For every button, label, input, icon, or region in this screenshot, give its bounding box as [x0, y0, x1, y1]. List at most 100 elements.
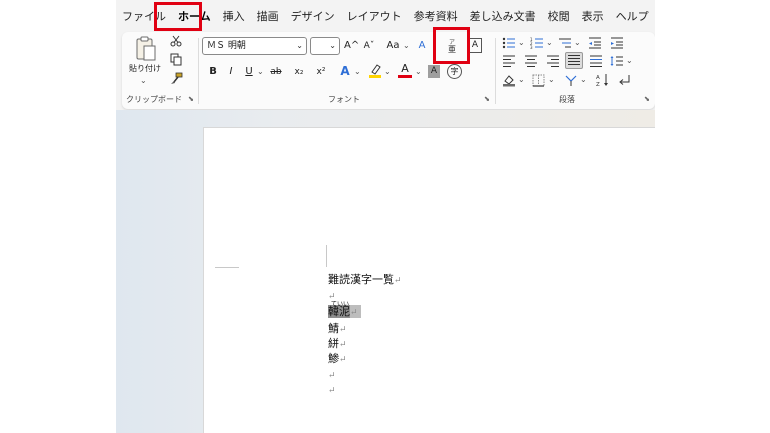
chevron-down-icon[interactable]: ⌄ [548, 73, 555, 87]
scissors-icon[interactable] [170, 35, 182, 47]
tab-help[interactable]: ヘルプ [610, 0, 655, 33]
bold-button[interactable]: B [206, 65, 220, 79]
paragraph-shading-icon[interactable] [502, 73, 516, 87]
increase-indent-icon[interactable] [610, 37, 624, 49]
word-window: ファイル ホーム 挿入 描画 デザイン レイアウト 参考資料 差し込み文書 校閲… [116, 0, 655, 433]
svg-text:3: 3 [530, 45, 533, 49]
tab-layout[interactable]: レイアウト [341, 0, 408, 33]
doc-selected-line[interactable]: ていい 韓泥↵ [328, 301, 362, 320]
chevron-down-icon[interactable]: ⌄ [518, 73, 525, 87]
italic-button[interactable]: I [225, 65, 237, 79]
phonetic-guide-highlight [433, 27, 470, 64]
highlight-color-button[interactable] [368, 63, 382, 84]
borders-icon[interactable] [532, 74, 545, 87]
decrease-indent-icon[interactable] [588, 37, 602, 49]
chevron-down-icon[interactable]: ⌄ [518, 36, 525, 50]
doc-line-text: 鯵 [328, 352, 339, 365]
underline-button[interactable]: U [243, 65, 255, 79]
chevron-down-icon[interactable]: ⌄ [354, 65, 361, 79]
paste-dropdown-chevron-icon[interactable]: ⌄ [140, 74, 147, 88]
text-effect-button[interactable]: A [338, 64, 352, 78]
paragraph-mark: ↵ [339, 325, 347, 335]
shrink-font-button[interactable]: Aˇ [362, 39, 376, 53]
font-size-combobox[interactable]: ⌄ [310, 37, 340, 55]
tab-mailings[interactable]: 差し込み文書 [464, 0, 542, 33]
font-name-combobox[interactable]: ＭＳ 明朝 ⌄ [202, 37, 307, 55]
show-marks-icon[interactable] [618, 74, 632, 87]
align-center-icon[interactable] [524, 55, 538, 67]
tab-design[interactable]: デザイン [285, 0, 341, 33]
paragraph-mark: ↵ [339, 355, 347, 365]
margin-crop-mark [215, 267, 239, 268]
grow-font-button[interactable]: A^ [344, 39, 359, 53]
clipboard-launcher-icon[interactable]: ⬊ [188, 95, 194, 103]
align-right-icon[interactable] [546, 55, 560, 67]
numbering-icon[interactable]: 1 2 3 [530, 37, 544, 49]
align-left-icon[interactable] [502, 55, 516, 67]
superscript-button[interactable]: x² [314, 65, 328, 79]
svg-text:A: A [596, 75, 600, 81]
multilevel-list-icon[interactable] [558, 37, 572, 49]
chevron-down-icon[interactable]: ⌄ [580, 73, 587, 87]
tab-view[interactable]: 表示 [576, 0, 610, 33]
chevron-down-icon[interactable]: ⌄ [384, 65, 391, 79]
clipboard-group-label: クリップボード [126, 95, 182, 104]
doc-line[interactable]: 鯖↵ [328, 322, 347, 337]
paragraph-launcher-icon[interactable]: ⬊ [644, 95, 650, 103]
paste-icon[interactable] [135, 36, 157, 62]
line-spacing-icon[interactable] [610, 55, 624, 67]
bullets-icon[interactable] [502, 37, 516, 49]
document-page[interactable] [203, 127, 655, 433]
font-color-button[interactable]: A [398, 63, 412, 78]
distributed-icon[interactable] [589, 55, 603, 67]
chevron-down-icon[interactable]: ⌄ [257, 65, 264, 79]
justify-icon [568, 55, 580, 65]
char-shading-button[interactable]: A [428, 65, 440, 78]
paragraph-mark: ↵ [339, 340, 347, 350]
doc-line-text: 絣 [328, 337, 339, 350]
chevron-down-icon[interactable]: ⌄ [626, 54, 633, 68]
tab-insert[interactable]: 挿入 [217, 0, 251, 33]
copy-icon[interactable] [170, 53, 182, 66]
chevron-down-icon[interactable]: ⌄ [403, 39, 410, 53]
paragraph-mark: ↵ [350, 308, 358, 318]
change-case-button[interactable]: Aa [384, 39, 402, 53]
highlighter-icon [369, 64, 381, 78]
tab-draw[interactable]: 描画 [251, 0, 285, 33]
chevron-down-icon[interactable]: ⌄ [574, 36, 581, 50]
chevron-down-icon: ⌄ [329, 41, 336, 50]
tab-review[interactable]: 校閲 [542, 0, 576, 33]
sort-icon[interactable]: AZ [596, 73, 610, 87]
group-separator [495, 38, 496, 104]
paragraph-mark: ↵ [328, 386, 336, 396]
asian-layout-icon[interactable] [564, 73, 578, 87]
paragraph-group-label: 段落 [559, 95, 575, 104]
font-group-label: フォント [328, 95, 360, 104]
subscript-button[interactable]: x₂ [292, 65, 306, 79]
svg-text:Z: Z [596, 82, 600, 87]
doc-line[interactable]: 鯵↵ [328, 352, 347, 367]
ruby-annotation: ていい [331, 301, 350, 308]
home-tab-highlight [154, 2, 202, 31]
strikethrough-button[interactable]: ab [268, 65, 284, 79]
char-border-button[interactable]: A [468, 38, 482, 53]
doc-line-text: 鯖 [328, 322, 339, 335]
paragraph-mark: ↵ [394, 276, 402, 286]
doc-empty-line[interactable]: ↵ [328, 368, 336, 383]
font-launcher-icon[interactable]: ⬊ [484, 95, 490, 103]
chevron-down-icon[interactable]: ⌄ [546, 36, 553, 50]
group-separator [198, 38, 199, 104]
doc-empty-line[interactable]: ↵ [328, 383, 336, 398]
enclose-char-button[interactable]: 字 [447, 64, 462, 79]
doc-heading-text: 難読漢字一覧 [328, 273, 394, 286]
doc-heading[interactable]: 難読漢字一覧↵ [328, 273, 402, 288]
document-canvas [116, 110, 655, 433]
brush-icon[interactable] [170, 72, 183, 85]
ribbon: 貼り付け ⌄ クリップボード ⬊ ＭＳ 明朝 ⌄ ⌄ A^ Aˇ Aa ⌄ A … [122, 32, 655, 109]
font-name-value: ＭＳ 明朝 [207, 41, 246, 51]
clear-formatting-icon[interactable]: A [416, 39, 428, 53]
margin-crop-mark [326, 245, 327, 267]
justify-button[interactable] [565, 52, 583, 69]
doc-line[interactable]: 絣↵ [328, 337, 347, 352]
chevron-down-icon[interactable]: ⌄ [415, 65, 422, 79]
